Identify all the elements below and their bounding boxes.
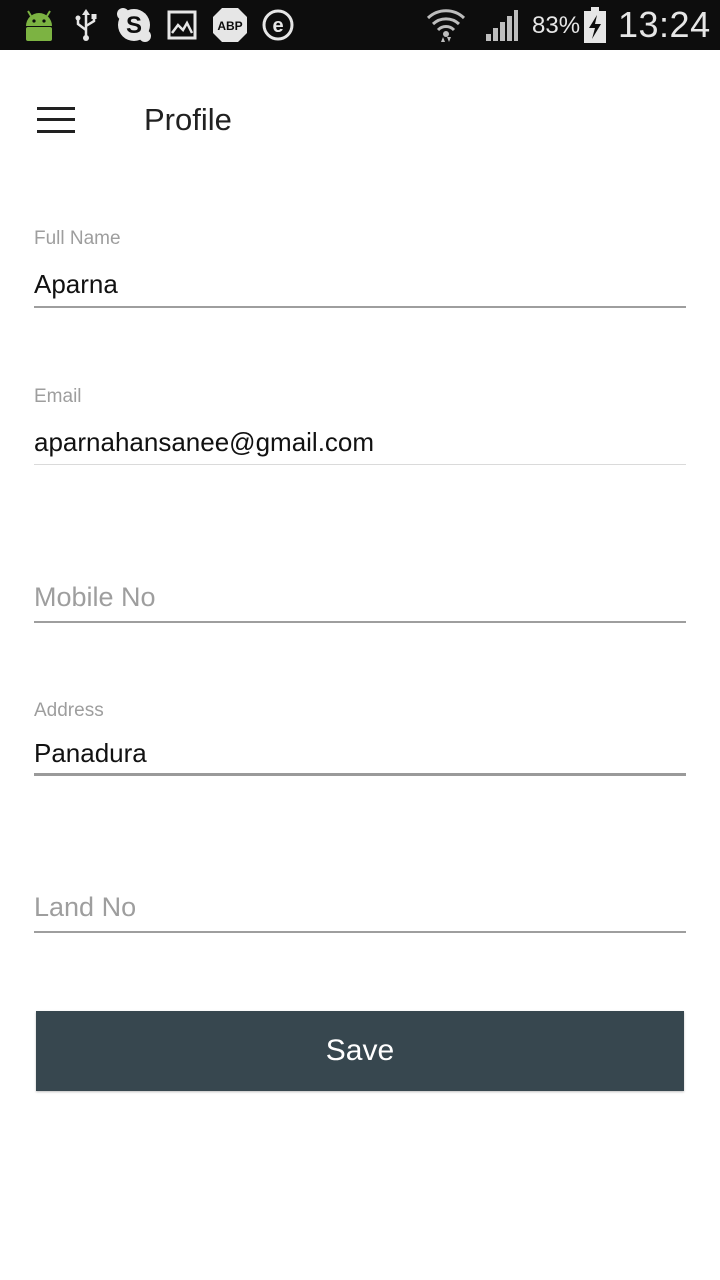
full-name-field[interactable]: Full Name Aparna xyxy=(34,226,686,310)
email-label: Email xyxy=(34,386,82,407)
land-field[interactable]: Land No xyxy=(34,890,686,936)
status-bar: S ABP e 83% 13:24 xyxy=(0,0,720,50)
address-field[interactable]: Address Panadura xyxy=(34,698,686,780)
battery-percent: 83% xyxy=(532,12,581,39)
full-name-value[interactable]: Aparna xyxy=(34,269,118,300)
hamburger-menu-icon[interactable] xyxy=(22,90,90,150)
mobile-underline xyxy=(34,621,686,623)
address-value[interactable]: Panadura xyxy=(34,738,147,769)
app-bar: Profile xyxy=(0,50,720,190)
clock-time: 13:24 xyxy=(618,4,711,45)
save-button[interactable]: Save xyxy=(36,1011,684,1091)
page-title: Profile xyxy=(144,102,232,137)
email-underline xyxy=(34,464,686,465)
email-field[interactable]: Email aparnahansanee@gmail.com xyxy=(34,384,686,468)
full-name-underline xyxy=(34,306,686,308)
svg-text:ABP: ABP xyxy=(217,19,242,33)
full-name-label: Full Name xyxy=(34,228,121,249)
ebuddy-icon: e xyxy=(260,7,296,43)
land-underline xyxy=(34,931,686,933)
email-value[interactable]: aparnahansanee@gmail.com xyxy=(34,427,374,458)
svg-text:e: e xyxy=(272,15,283,37)
usb-icon xyxy=(72,7,100,43)
android-icon xyxy=(20,7,58,43)
mobile-placeholder[interactable]: Mobile No xyxy=(34,582,156,613)
wifi-icon xyxy=(426,7,466,43)
land-placeholder[interactable]: Land No xyxy=(34,892,136,923)
mobile-field[interactable]: Mobile No xyxy=(34,580,686,626)
gallery-icon xyxy=(166,7,198,43)
adblock-icon: ABP xyxy=(210,7,250,43)
battery-charging-icon xyxy=(582,7,608,43)
svg-text:S: S xyxy=(126,12,142,39)
signal-icon xyxy=(484,7,520,43)
address-underline xyxy=(34,773,686,776)
skype-icon: S xyxy=(114,7,154,43)
address-label: Address xyxy=(34,700,104,721)
